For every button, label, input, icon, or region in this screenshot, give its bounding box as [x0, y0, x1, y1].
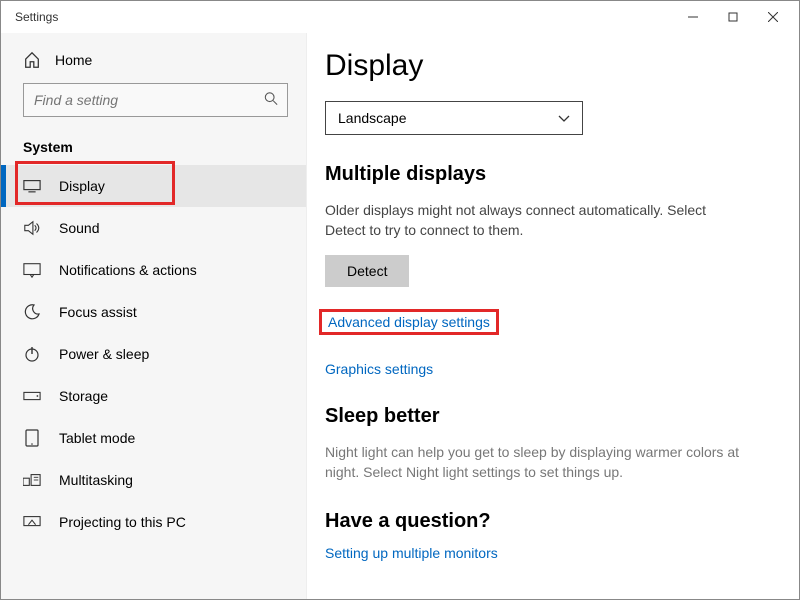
window-title: Settings [15, 10, 58, 24]
search-input[interactable] [23, 83, 288, 117]
close-icon [768, 12, 778, 22]
maximize-button[interactable] [713, 2, 753, 32]
close-button[interactable] [753, 2, 793, 32]
sidebar-item-display[interactable]: Display [1, 165, 306, 207]
multiple-displays-heading: Multiple displays [325, 163, 779, 186]
help-heading: Have a question? [325, 510, 779, 533]
multiple-displays-text: Older displays might not always connect … [325, 200, 745, 241]
sidebar-item-label: Focus assist [59, 304, 137, 320]
home-icon [23, 51, 41, 69]
main-content: Display Landscape Multiple displays Olde… [306, 33, 799, 599]
sidebar-item-storage[interactable]: Storage [1, 375, 306, 417]
notifications-icon [23, 262, 41, 278]
tablet-icon [23, 429, 41, 447]
multitasking-icon [23, 473, 41, 487]
maximize-icon [728, 12, 738, 22]
sidebar-item-tablet-mode[interactable]: Tablet mode [1, 417, 306, 459]
help-section: Have a question? Setting up multiple mon… [325, 510, 779, 561]
titlebar: Settings [1, 1, 799, 33]
power-icon [23, 346, 41, 362]
sidebar-item-label: Notifications & actions [59, 262, 197, 278]
graphics-settings-link[interactable]: Graphics settings [325, 361, 779, 377]
sidebar-item-label: Tablet mode [59, 430, 135, 446]
settings-window: Settings Home System [0, 0, 800, 600]
multiple-displays-section: Multiple displays Older displays might n… [325, 163, 779, 377]
sidebar-item-projecting[interactable]: Projecting to this PC [1, 501, 306, 543]
sidebar-item-label: Sound [59, 220, 99, 236]
search-icon [264, 92, 278, 109]
home-label: Home [55, 52, 92, 68]
orientation-dropdown[interactable]: Landscape [325, 101, 583, 135]
sidebar-item-notifications[interactable]: Notifications & actions [1, 249, 306, 291]
help-link-multiple-monitors[interactable]: Setting up multiple monitors [325, 545, 779, 561]
sidebar-item-focus-assist[interactable]: Focus assist [1, 291, 306, 333]
sidebar-item-multitasking[interactable]: Multitasking [1, 459, 306, 501]
advanced-display-settings-link[interactable]: Advanced display settings [319, 309, 499, 335]
search-wrap [23, 83, 288, 117]
chevron-down-icon [558, 110, 570, 126]
sidebar-item-label: Power & sleep [59, 346, 149, 362]
projecting-icon [23, 515, 41, 529]
sound-icon [23, 220, 41, 236]
detect-button[interactable]: Detect [325, 255, 409, 287]
page-title: Display [325, 49, 779, 83]
minimize-icon [688, 12, 698, 22]
sleep-better-heading: Sleep better [325, 405, 779, 428]
sidebar-item-label: Multitasking [59, 472, 133, 488]
moon-icon [23, 304, 41, 320]
monitor-icon [23, 179, 41, 193]
sleep-better-section: Sleep better Night light can help you ge… [325, 405, 779, 483]
dropdown-value: Landscape [338, 110, 407, 126]
sidebar-item-label: Display [59, 178, 105, 194]
sidebar: Home System Display [1, 33, 306, 599]
sidebar-category: System [1, 135, 306, 165]
storage-icon [23, 391, 41, 401]
sidebar-nav: Display Sound Notifications & actions [1, 165, 306, 543]
minimize-button[interactable] [673, 2, 713, 32]
home-button[interactable]: Home [1, 43, 306, 83]
sidebar-item-sound[interactable]: Sound [1, 207, 306, 249]
sidebar-item-label: Storage [59, 388, 108, 404]
sidebar-item-label: Projecting to this PC [59, 514, 186, 530]
sidebar-item-power-sleep[interactable]: Power & sleep [1, 333, 306, 375]
sleep-better-text: Night light can help you get to sleep by… [325, 442, 745, 483]
